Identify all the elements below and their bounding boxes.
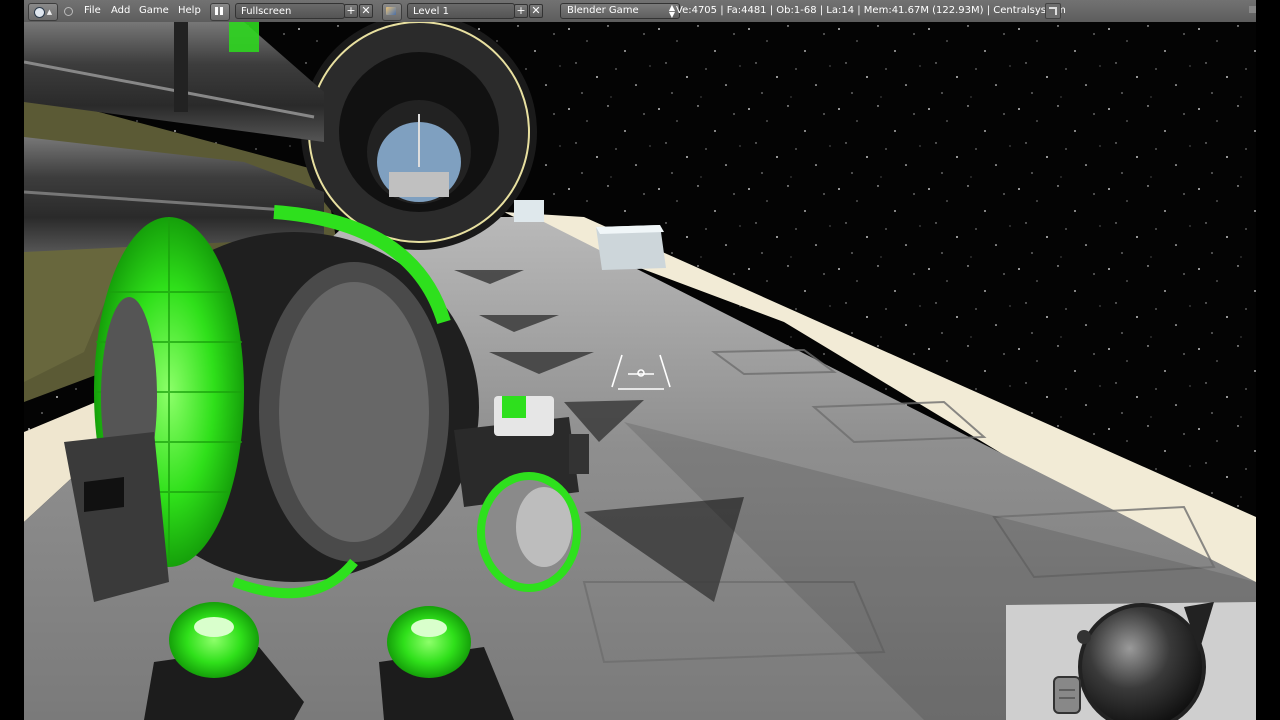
editor-type-button[interactable]: ▲ — [28, 3, 58, 21]
chevron-updown-icon: ▲ ▼ — [668, 3, 675, 19]
delete-screen-button[interactable]: ✕ — [359, 4, 373, 18]
info-editor-icon — [33, 6, 45, 18]
add-screen-button[interactable]: + — [344, 4, 358, 18]
screen-layout-field[interactable]: Fullscreen — [235, 3, 345, 19]
maximize-icon[interactable] — [1045, 3, 1061, 19]
letterbox-left — [0, 0, 24, 720]
chevron-updown-icon: ▲ — [46, 8, 53, 16]
delete-scene-button[interactable]: ✕ — [529, 4, 543, 18]
collapse-menu-icon[interactable] — [64, 7, 73, 16]
scene-field[interactable]: Level 1 — [407, 3, 515, 19]
game-scene — [24, 22, 1256, 720]
scene-statistics: Ve:4705 | Fa:4481 | Ob:1-68 | La:14 | Me… — [676, 5, 1066, 16]
menu-add[interactable]: Add — [111, 0, 130, 22]
render-engine-label: Blender Game — [567, 5, 639, 16]
scanner-panel — [1006, 602, 1256, 720]
window-corner — [1249, 6, 1256, 13]
menu-help[interactable]: Help — [178, 0, 201, 22]
add-scene-button[interactable]: + — [514, 4, 528, 18]
game-viewport[interactable] — [24, 22, 1256, 720]
info-header: ▲ File Add Game Help Fullscreen + ✕ Leve… — [24, 0, 1256, 23]
screen-layout-icon[interactable] — [210, 3, 230, 21]
letterbox-right — [1256, 0, 1280, 720]
menu-file[interactable]: File — [84, 0, 101, 22]
menu-game[interactable]: Game — [139, 0, 169, 22]
render-engine-select[interactable]: Blender Game ▲ ▼ — [560, 3, 680, 19]
scene-icon[interactable] — [382, 3, 402, 21]
